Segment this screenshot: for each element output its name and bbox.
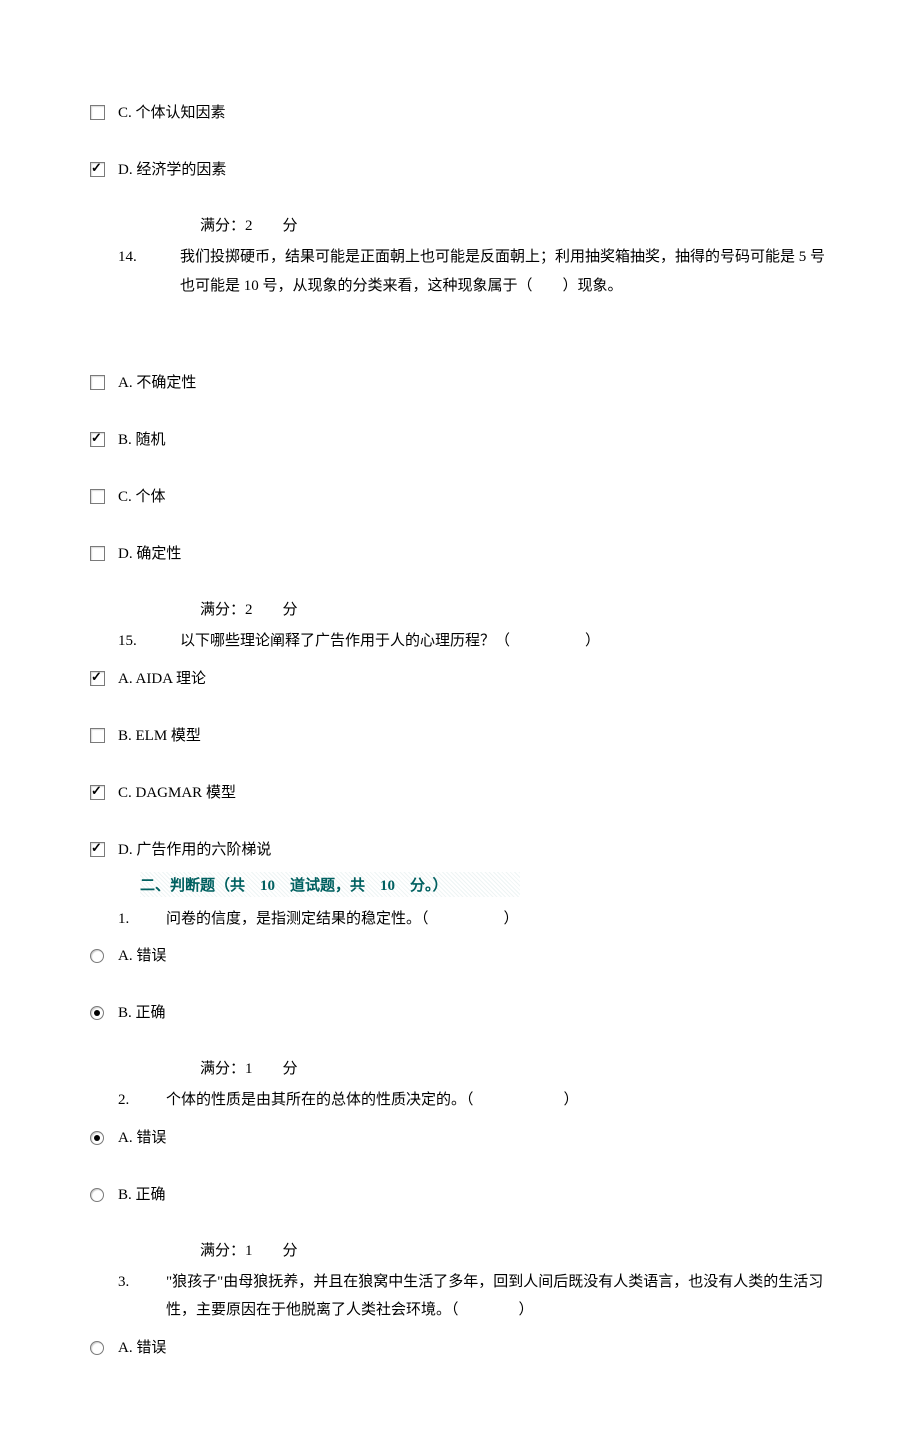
question-text: 我们投掷硬币，结果可能是正面朝上也可能是反面朝上；利用抽奖箱抽奖，抽得的号码可能… bbox=[180, 243, 830, 300]
option-label: 广告作用的六阶梯说 bbox=[136, 842, 271, 858]
radio-icon[interactable] bbox=[90, 949, 104, 963]
option-letter: D. bbox=[118, 546, 133, 562]
j2-option-b: B. 正确 bbox=[90, 1182, 830, 1209]
question-number: 1. bbox=[118, 905, 166, 934]
option-label: ELM 模型 bbox=[136, 728, 201, 744]
option-letter: B. bbox=[118, 432, 132, 448]
q13-score: 满分：2 分 bbox=[200, 214, 830, 235]
question-number: 3. bbox=[118, 1268, 166, 1325]
checkbox-icon[interactable] bbox=[90, 728, 105, 743]
checkbox-icon[interactable] bbox=[90, 671, 105, 686]
option-letter: C. bbox=[118, 105, 132, 121]
q14-option-c: C. 个体 bbox=[90, 484, 830, 511]
option-letter: D. bbox=[118, 842, 133, 858]
option-label: 确定性 bbox=[136, 546, 181, 562]
checkbox-icon[interactable] bbox=[90, 842, 105, 857]
option-letter: C. bbox=[118, 785, 132, 801]
option-label: 错误 bbox=[136, 948, 166, 964]
q14-score: 满分：2 分 bbox=[200, 598, 830, 619]
radio-icon[interactable] bbox=[90, 1188, 104, 1202]
option-label: 正确 bbox=[136, 1005, 166, 1021]
question-text: 问卷的信度，是指测定结果的稳定性。（ ） bbox=[166, 905, 830, 934]
checkbox-icon[interactable] bbox=[90, 375, 105, 390]
j3-option-a: A. 错误 bbox=[90, 1335, 830, 1362]
option-label: 个体认知因素 bbox=[136, 105, 226, 121]
option-label: 个体 bbox=[136, 489, 166, 505]
option-label: 不确定性 bbox=[136, 375, 196, 391]
option-label: 正确 bbox=[136, 1187, 166, 1203]
option-label: 随机 bbox=[136, 432, 166, 448]
section2-header: 二、判断题（共 10 道试题，共 10 分。） bbox=[140, 872, 520, 897]
checkbox-icon[interactable] bbox=[90, 785, 105, 800]
option-letter: A. bbox=[118, 1340, 133, 1356]
q15-option-c: C. DAGMAR 模型 bbox=[90, 780, 830, 807]
j2-option-a: A. 错误 bbox=[90, 1125, 830, 1152]
option-label: DAGMAR 模型 bbox=[136, 785, 236, 801]
q14-option-a: A. 不确定性 bbox=[90, 370, 830, 397]
q15-option-a: A. AIDA 理论 bbox=[90, 666, 830, 693]
option-label: 错误 bbox=[136, 1130, 166, 1146]
q14-option-d: D. 确定性 bbox=[90, 541, 830, 568]
question-number: 2. bbox=[118, 1086, 166, 1115]
option-letter: A. bbox=[118, 1130, 133, 1146]
q15-option-d: D. 广告作用的六阶梯说 bbox=[90, 837, 830, 864]
j1-question: 1. 问卷的信度，是指测定结果的稳定性。（ ） bbox=[118, 905, 830, 934]
option-letter: A. bbox=[118, 671, 133, 687]
q13-option-c: C. 个体认知因素 bbox=[90, 100, 830, 127]
q15-option-b: B. ELM 模型 bbox=[90, 723, 830, 750]
option-letter: B. bbox=[118, 1187, 132, 1203]
option-letter: D. bbox=[118, 162, 133, 178]
q15-question: 15. 以下哪些理论阐释了广告作用于人的心理历程？（ ） bbox=[118, 627, 830, 656]
option-letter: A. bbox=[118, 948, 133, 964]
checkbox-icon[interactable] bbox=[90, 105, 105, 120]
checkbox-icon[interactable] bbox=[90, 489, 105, 504]
question-number: 15. bbox=[118, 627, 180, 656]
question-number: 14. bbox=[118, 243, 180, 300]
option-label: 经济学的因素 bbox=[136, 162, 226, 178]
question-text: 以下哪些理论阐释了广告作用于人的心理历程？（ ） bbox=[180, 627, 830, 656]
option-letter: B. bbox=[118, 728, 132, 744]
question-text: "狼孩子"由母狼抚养，并且在狼窝中生活了多年，回到人间后既没有人类语言，也没有人… bbox=[166, 1268, 830, 1325]
option-label: AIDA 理论 bbox=[136, 671, 206, 687]
option-label: 错误 bbox=[136, 1340, 166, 1356]
radio-icon[interactable] bbox=[90, 1006, 104, 1020]
q13-option-d: D. 经济学的因素 bbox=[90, 157, 830, 184]
checkbox-icon[interactable] bbox=[90, 546, 105, 561]
radio-icon[interactable] bbox=[90, 1131, 104, 1145]
q14-option-b: B. 随机 bbox=[90, 427, 830, 454]
j1-option-a: A. 错误 bbox=[90, 943, 830, 970]
j3-question: 3. "狼孩子"由母狼抚养，并且在狼窝中生活了多年，回到人间后既没有人类语言，也… bbox=[118, 1268, 830, 1325]
j1-option-b: B. 正确 bbox=[90, 1000, 830, 1027]
checkbox-icon[interactable] bbox=[90, 432, 105, 447]
option-letter: B. bbox=[118, 1005, 132, 1021]
j2-score: 满分：1 分 bbox=[200, 1239, 830, 1260]
option-letter: C. bbox=[118, 489, 132, 505]
j2-question: 2. 个体的性质是由其所在的总体的性质决定的。（ ） bbox=[118, 1086, 830, 1115]
q14-question: 14. 我们投掷硬币，结果可能是正面朝上也可能是反面朝上；利用抽奖箱抽奖，抽得的… bbox=[118, 243, 830, 300]
j1-score: 满分：1 分 bbox=[200, 1057, 830, 1078]
question-text: 个体的性质是由其所在的总体的性质决定的。（ ） bbox=[166, 1086, 830, 1115]
checkbox-icon[interactable] bbox=[90, 162, 105, 177]
radio-icon[interactable] bbox=[90, 1341, 104, 1355]
option-letter: A. bbox=[118, 375, 133, 391]
